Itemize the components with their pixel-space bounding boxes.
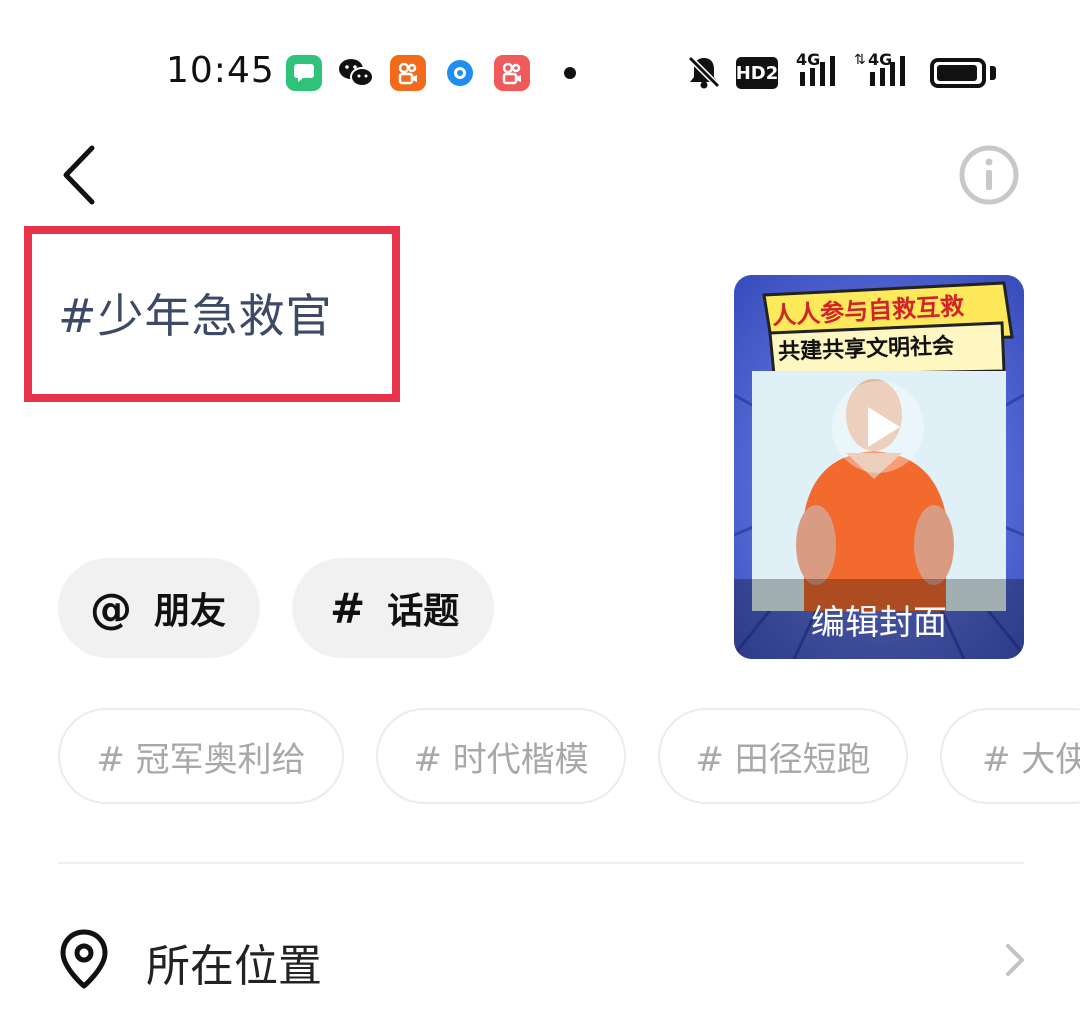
kuaishou-icon	[390, 55, 426, 91]
cover-banner-line2: 共建共享文明社会	[777, 333, 955, 366]
back-button[interactable]	[58, 140, 118, 210]
add-topic-button[interactable]: # 话题	[292, 558, 494, 658]
mention-friend-label: 朋友	[154, 591, 227, 632]
topic-chip[interactable]: # 田径短跑	[658, 708, 908, 804]
edit-cover-label[interactable]: 编辑封面	[734, 579, 1024, 659]
battery-tip	[990, 66, 996, 80]
browser-icon	[442, 55, 478, 91]
video-cover-thumbnail[interactable]: 人人参与自救互救 共建共享文明社会 编辑封面	[734, 275, 1024, 659]
chevron-left-icon	[63, 145, 95, 205]
chevron-right-icon	[1000, 940, 1030, 980]
notification-dot	[564, 67, 576, 79]
battery-icon	[930, 58, 986, 88]
status-time: 10:45	[166, 50, 275, 91]
topic-chip[interactable]: # 冠军奥利给	[58, 708, 344, 804]
hd2-icon: HD2	[736, 57, 778, 89]
location-label: 所在位置	[146, 941, 322, 992]
message-app-icon	[286, 55, 322, 91]
info-button[interactable]	[958, 144, 1020, 206]
divider	[58, 862, 1024, 864]
mute-icon	[686, 54, 722, 90]
wechat-icon	[338, 55, 374, 91]
info-icon	[959, 145, 1019, 205]
location-pin-icon	[58, 928, 110, 990]
4g-signal-icon: 4G	[796, 50, 846, 90]
caption-text-input[interactable]: #少年急救官	[58, 280, 333, 346]
add-topic-label: 话题	[387, 591, 460, 632]
hd-label: HD2	[735, 62, 779, 84]
at-icon: @	[90, 583, 132, 633]
4g-signal-2-icon: ⇅ 4G	[854, 50, 916, 90]
topic-chip[interactable]: # 大侠	[940, 708, 1080, 804]
mention-friend-button[interactable]: @ 朋友	[58, 558, 260, 658]
topic-chip[interactable]: # 时代楷模	[376, 708, 626, 804]
hash-icon: #	[330, 583, 366, 633]
kuaishou-lite-icon	[494, 55, 530, 91]
